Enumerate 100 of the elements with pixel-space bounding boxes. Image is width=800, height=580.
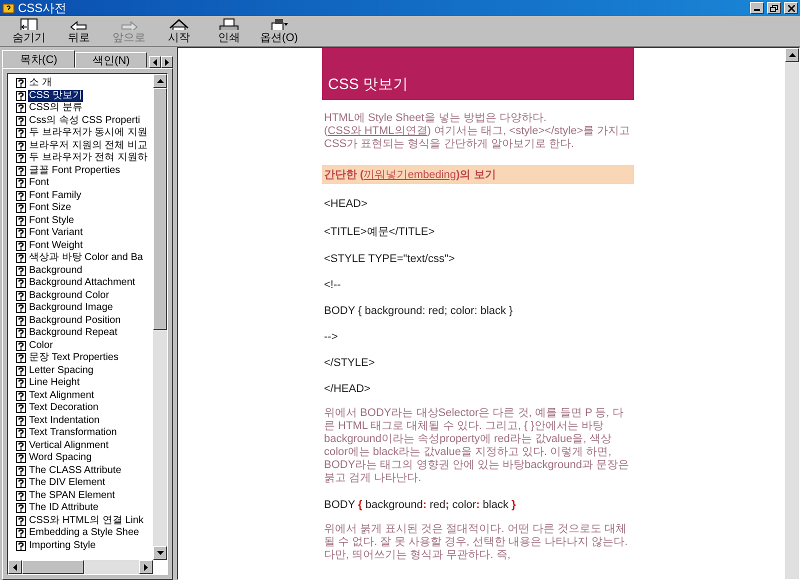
close-button[interactable] (784, 2, 798, 14)
question-mark-icon (16, 478, 26, 488)
vertical-scrollbar[interactable] (785, 48, 799, 579)
tree-item[interactable]: 글꼴 Font Properties (28, 164, 122, 177)
question-mark-icon (16, 303, 26, 314)
help-book-icon (2, 2, 15, 14)
vertical-scrollbar[interactable] (153, 74, 167, 560)
window-title: CSS사전 (18, 0, 68, 16)
tree-item[interactable]: Letter Spacing (28, 364, 94, 377)
tree-item[interactable]: Background Image (28, 302, 114, 314)
tree-item[interactable]: Text Alignment (28, 390, 96, 402)
tree-item[interactable]: 브라우저 지원의 전체 비교 (28, 140, 148, 152)
question-mark-icon (16, 390, 26, 401)
tree-item[interactable]: Font Family (28, 190, 82, 202)
tree-item[interactable]: Word Spacing (28, 452, 93, 464)
tab[interactable]: 색인(N) (75, 52, 147, 68)
toolbar-button[interactable]: 뒤로 (54, 16, 104, 46)
tree-item[interactable]: 문장 Text Properties (28, 352, 120, 364)
question-mark-icon (16, 503, 26, 514)
question-mark-icon (16, 90, 26, 101)
horizontal-scrollbar[interactable] (8, 560, 153, 574)
tree-item[interactable]: Font (28, 177, 50, 190)
question-mark-icon (16, 466, 26, 476)
question-mark-icon (16, 178, 26, 188)
tree-item[interactable]: 두 브라우저가 동시에 지원 (28, 127, 148, 140)
tree-item[interactable]: Font Style (28, 214, 76, 227)
arrow-left-icon (153, 58, 157, 66)
tree-item[interactable]: CSS 맛보기 (28, 90, 84, 102)
restore-button[interactable] (767, 2, 781, 14)
toolbar-button[interactable]: 옵션(O) (254, 16, 304, 46)
tree-item[interactable]: The CLASS Attribute (28, 464, 122, 477)
question-mark-icon (16, 316, 26, 326)
tree-item[interactable]: Font Weight (28, 240, 84, 252)
tree-item[interactable]: The SPAN Element (28, 490, 116, 502)
question-mark-icon (16, 440, 26, 451)
arrow-up-icon (788, 53, 796, 57)
tree-item[interactable]: CSS의 분류 (28, 102, 84, 114)
code-line: <HEAD> (324, 198, 368, 210)
question-mark-icon (16, 190, 26, 201)
code-line: <!-- (324, 279, 342, 291)
question-mark-icon (16, 490, 26, 501)
tree-item[interactable]: Font Size (28, 202, 72, 214)
tree-item[interactable]: Background Attachment (28, 277, 136, 290)
code-line: <STYLE TYPE="text/css"> (324, 253, 456, 265)
question-mark-icon (16, 216, 26, 226)
tree-item[interactable]: 소 개 (28, 77, 53, 90)
question-mark-icon (16, 416, 26, 426)
tree-item[interactable]: CSS와 HTML의 연결 Link (28, 514, 144, 527)
toolbar-button[interactable]: 인쇄 (204, 16, 254, 46)
question-mark-icon (16, 528, 26, 538)
tree-item[interactable]: Color (28, 340, 54, 352)
paragraph: 위에서 붉게 표시된 것은 절대적이다. 어떤 다른 것으로도 대체될 수 없다. 잘 못 사용할 경우, 선택한 내용은 나타나지 않는다. 다만, 띄어쓰기는 형식과 무관하다. 즉, (324, 523, 629, 562)
arrow-left-icon (13, 564, 17, 570)
tree-item[interactable]: Vertical Alignment (28, 440, 110, 452)
question-mark-icon (16, 340, 26, 351)
tree-item[interactable]: The DIV Element (28, 477, 106, 490)
house-icon (168, 17, 190, 30)
code-line: </STYLE> (324, 357, 376, 369)
tree-item[interactable]: Embedding a Style Shee (28, 527, 140, 540)
tree-item[interactable]: Background Repeat (28, 327, 118, 340)
tree-item[interactable]: Background (28, 264, 84, 277)
restore-icon (770, 4, 778, 12)
question-mark-icon (16, 403, 26, 414)
tree-item[interactable]: Importing Style (28, 540, 97, 552)
arrow-right-icon (144, 564, 148, 570)
tree-item[interactable]: 색상과 바탕 Color and Ba (28, 252, 144, 264)
link[interactable]: CSS와 HTML의연결 (328, 125, 428, 137)
toolbar-button[interactable]: 시작 (154, 16, 204, 46)
toolbar-button[interactable]: 숨기기 (4, 16, 54, 46)
question-mark-icon (16, 166, 26, 176)
tree-item[interactable]: Background Position (28, 314, 122, 327)
question-mark-icon (16, 328, 26, 338)
tree-item[interactable]: Line Height (28, 377, 81, 390)
code-line: <TITLE>예문</TITLE> (324, 225, 436, 239)
section-heading: 간단한 (끼워넣기embeding)의 보기 (322, 165, 634, 184)
tree-item[interactable]: Css의 속성 CSS Properti (28, 114, 142, 127)
paragraph: 위에서 BODY라는 대상Selector은 다른 것, 예를 들면 P 등, 다른 HTML 태그로 대체될 수 있다. 그리고, { }안에서는 바탕 background이라는 속성property에 red라는 값value을, 색상color에는 black라는 값value을 지정하고 있다. 이렇게 하면, BODY라는 태그의 영향권 안에 있는 바탕background과 문장은 붉고 검게 나타난다. (324, 407, 630, 485)
link[interactable]: 끼워넣기embeding (364, 169, 456, 181)
tree-item[interactable]: Text Transformation (28, 427, 118, 440)
arrow-up-icon (156, 79, 164, 83)
printer-icon (218, 17, 240, 30)
tree-item[interactable]: Text Decoration (28, 402, 100, 414)
scroll-right-button[interactable] (161, 56, 173, 68)
tree-item[interactable]: The ID Attribute (28, 502, 100, 514)
question-mark-icon (16, 453, 26, 464)
tree-item[interactable]: Background Color (28, 290, 110, 302)
question-mark-icon (16, 353, 26, 364)
question-mark-icon (16, 278, 26, 288)
tree-item[interactable]: Font Variant (28, 227, 84, 240)
scroll-left-button[interactable] (149, 56, 161, 68)
question-mark-icon (16, 378, 26, 388)
question-mark-icon (16, 228, 26, 238)
question-mark-icon (16, 140, 26, 151)
tree-item[interactable]: 두 브라우저가 전혀 지원하 (28, 152, 148, 164)
minimize-button[interactable] (750, 2, 764, 14)
panel-icon (18, 17, 40, 30)
tab[interactable]: 목차(C) (2, 50, 76, 68)
tree-item[interactable]: Text Indentation (28, 414, 101, 427)
question-mark-icon (16, 116, 26, 126)
question-mark-icon (16, 128, 26, 138)
